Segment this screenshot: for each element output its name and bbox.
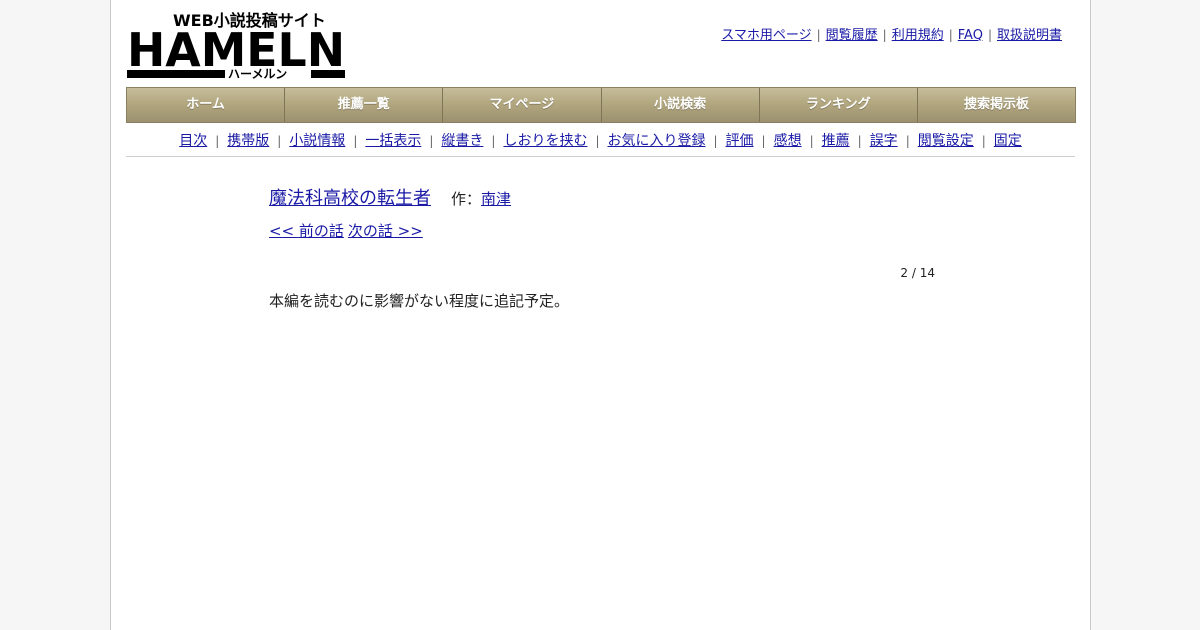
nav-home[interactable]: ホーム (127, 88, 286, 122)
author-link[interactable]: 南津 (481, 190, 511, 208)
logo-bar-left (127, 70, 225, 78)
separator: | (277, 134, 282, 148)
page-container: WEB小説投稿サイト HAMELN ハーメルン スマホ用ページ | 閲覧履歴 | 利用規… (110, 0, 1091, 630)
separator: | (595, 134, 600, 148)
manual-link[interactable]: 取扱説明書 (997, 28, 1062, 43)
novel-title-link[interactable]: 魔法科高校の転生者 (269, 188, 431, 209)
novel-subnav: 目次 | 携帯版 | 小説情報 | 一括表示 | 縦書き | しおりを挟む | お気に入り登録 | 評価 | 感… (126, 130, 1075, 157)
prev-chapter-link[interactable]: << 前の話 (269, 222, 344, 240)
header-links: スマホ用ページ | 閲覧履歴 | 利用規約 | FAQ | 取扱説明書 (721, 24, 1062, 43)
author-label: 作： (451, 190, 482, 208)
nav-ranking[interactable]: ランキング (760, 88, 918, 122)
separator: | (948, 28, 953, 42)
history-link[interactable]: 閲覧履歴 (826, 28, 878, 43)
subnav-rating[interactable]: 評価 (726, 133, 754, 149)
chapter-count: 2 / 14 (900, 266, 935, 280)
main-nav: ホーム 推薦一覧 マイページ 小説検索 ランキング 捜索掲示板 (126, 87, 1076, 123)
separator: | (905, 134, 910, 148)
separator: | (761, 134, 766, 148)
nav-novel-search[interactable]: 小説検索 (602, 88, 760, 122)
separator: | (353, 134, 358, 148)
logo-graphic: WEB小説投稿サイト HAMELN ハーメルン (127, 11, 345, 81)
chapter-content: 魔法科高校の転生者 作：南津 << 前の話 次の話 >> 2 / 14 本編を読むの… (269, 184, 935, 311)
separator: | (491, 134, 496, 148)
separator: | (857, 134, 862, 148)
subnav-favorite[interactable]: お気に入り登録 (608, 133, 706, 149)
separator: | (429, 134, 434, 148)
faq-link[interactable]: FAQ (958, 28, 983, 43)
separator: | (215, 134, 220, 148)
subnav-bookmark[interactable]: しおりを挟む (503, 133, 587, 149)
separator: | (981, 134, 986, 148)
subnav-vertical[interactable]: 縦書き (441, 133, 483, 149)
separator: | (882, 28, 887, 42)
title-row: 魔法科高校の転生者 作：南津 (269, 184, 935, 210)
nav-mypage[interactable]: マイページ (443, 88, 602, 122)
subnav-show-all[interactable]: 一括表示 (365, 133, 421, 149)
hameln-logo[interactable]: WEB小説投稿サイト HAMELN ハーメルン (127, 10, 347, 81)
smartphone-page-link[interactable]: スマホ用ページ (721, 28, 811, 43)
next-chapter-link[interactable]: 次の話 >> (348, 222, 423, 240)
subnav-novel-info[interactable]: 小説情報 (289, 133, 345, 149)
subnav-recommend[interactable]: 推薦 (822, 133, 850, 149)
separator: | (816, 28, 821, 42)
separator: | (713, 134, 718, 148)
subnav-review[interactable]: 感想 (774, 133, 802, 149)
nav-recommend-list[interactable]: 推薦一覧 (285, 88, 444, 122)
subnav-view-settings[interactable]: 閲覧設定 (918, 133, 974, 149)
terms-link[interactable]: 利用規約 (892, 28, 944, 43)
separator: | (987, 28, 992, 42)
subnav-pin[interactable]: 固定 (994, 133, 1022, 149)
logo-kana: ハーメルン (228, 67, 287, 80)
subnav-toc[interactable]: 目次 (179, 133, 207, 149)
subnav-typo[interactable]: 誤字 (870, 133, 898, 149)
separator: | (809, 134, 814, 148)
nav-search-board[interactable]: 捜索掲示板 (918, 88, 1075, 122)
chapter-pager: << 前の話 次の話 >> (269, 220, 935, 241)
subnav-mobile[interactable]: 携帯版 (227, 133, 269, 149)
chapter-text: 本編を読むのに影響がない程度に追記予定。 (269, 292, 570, 310)
logo-bar-right (311, 70, 345, 78)
